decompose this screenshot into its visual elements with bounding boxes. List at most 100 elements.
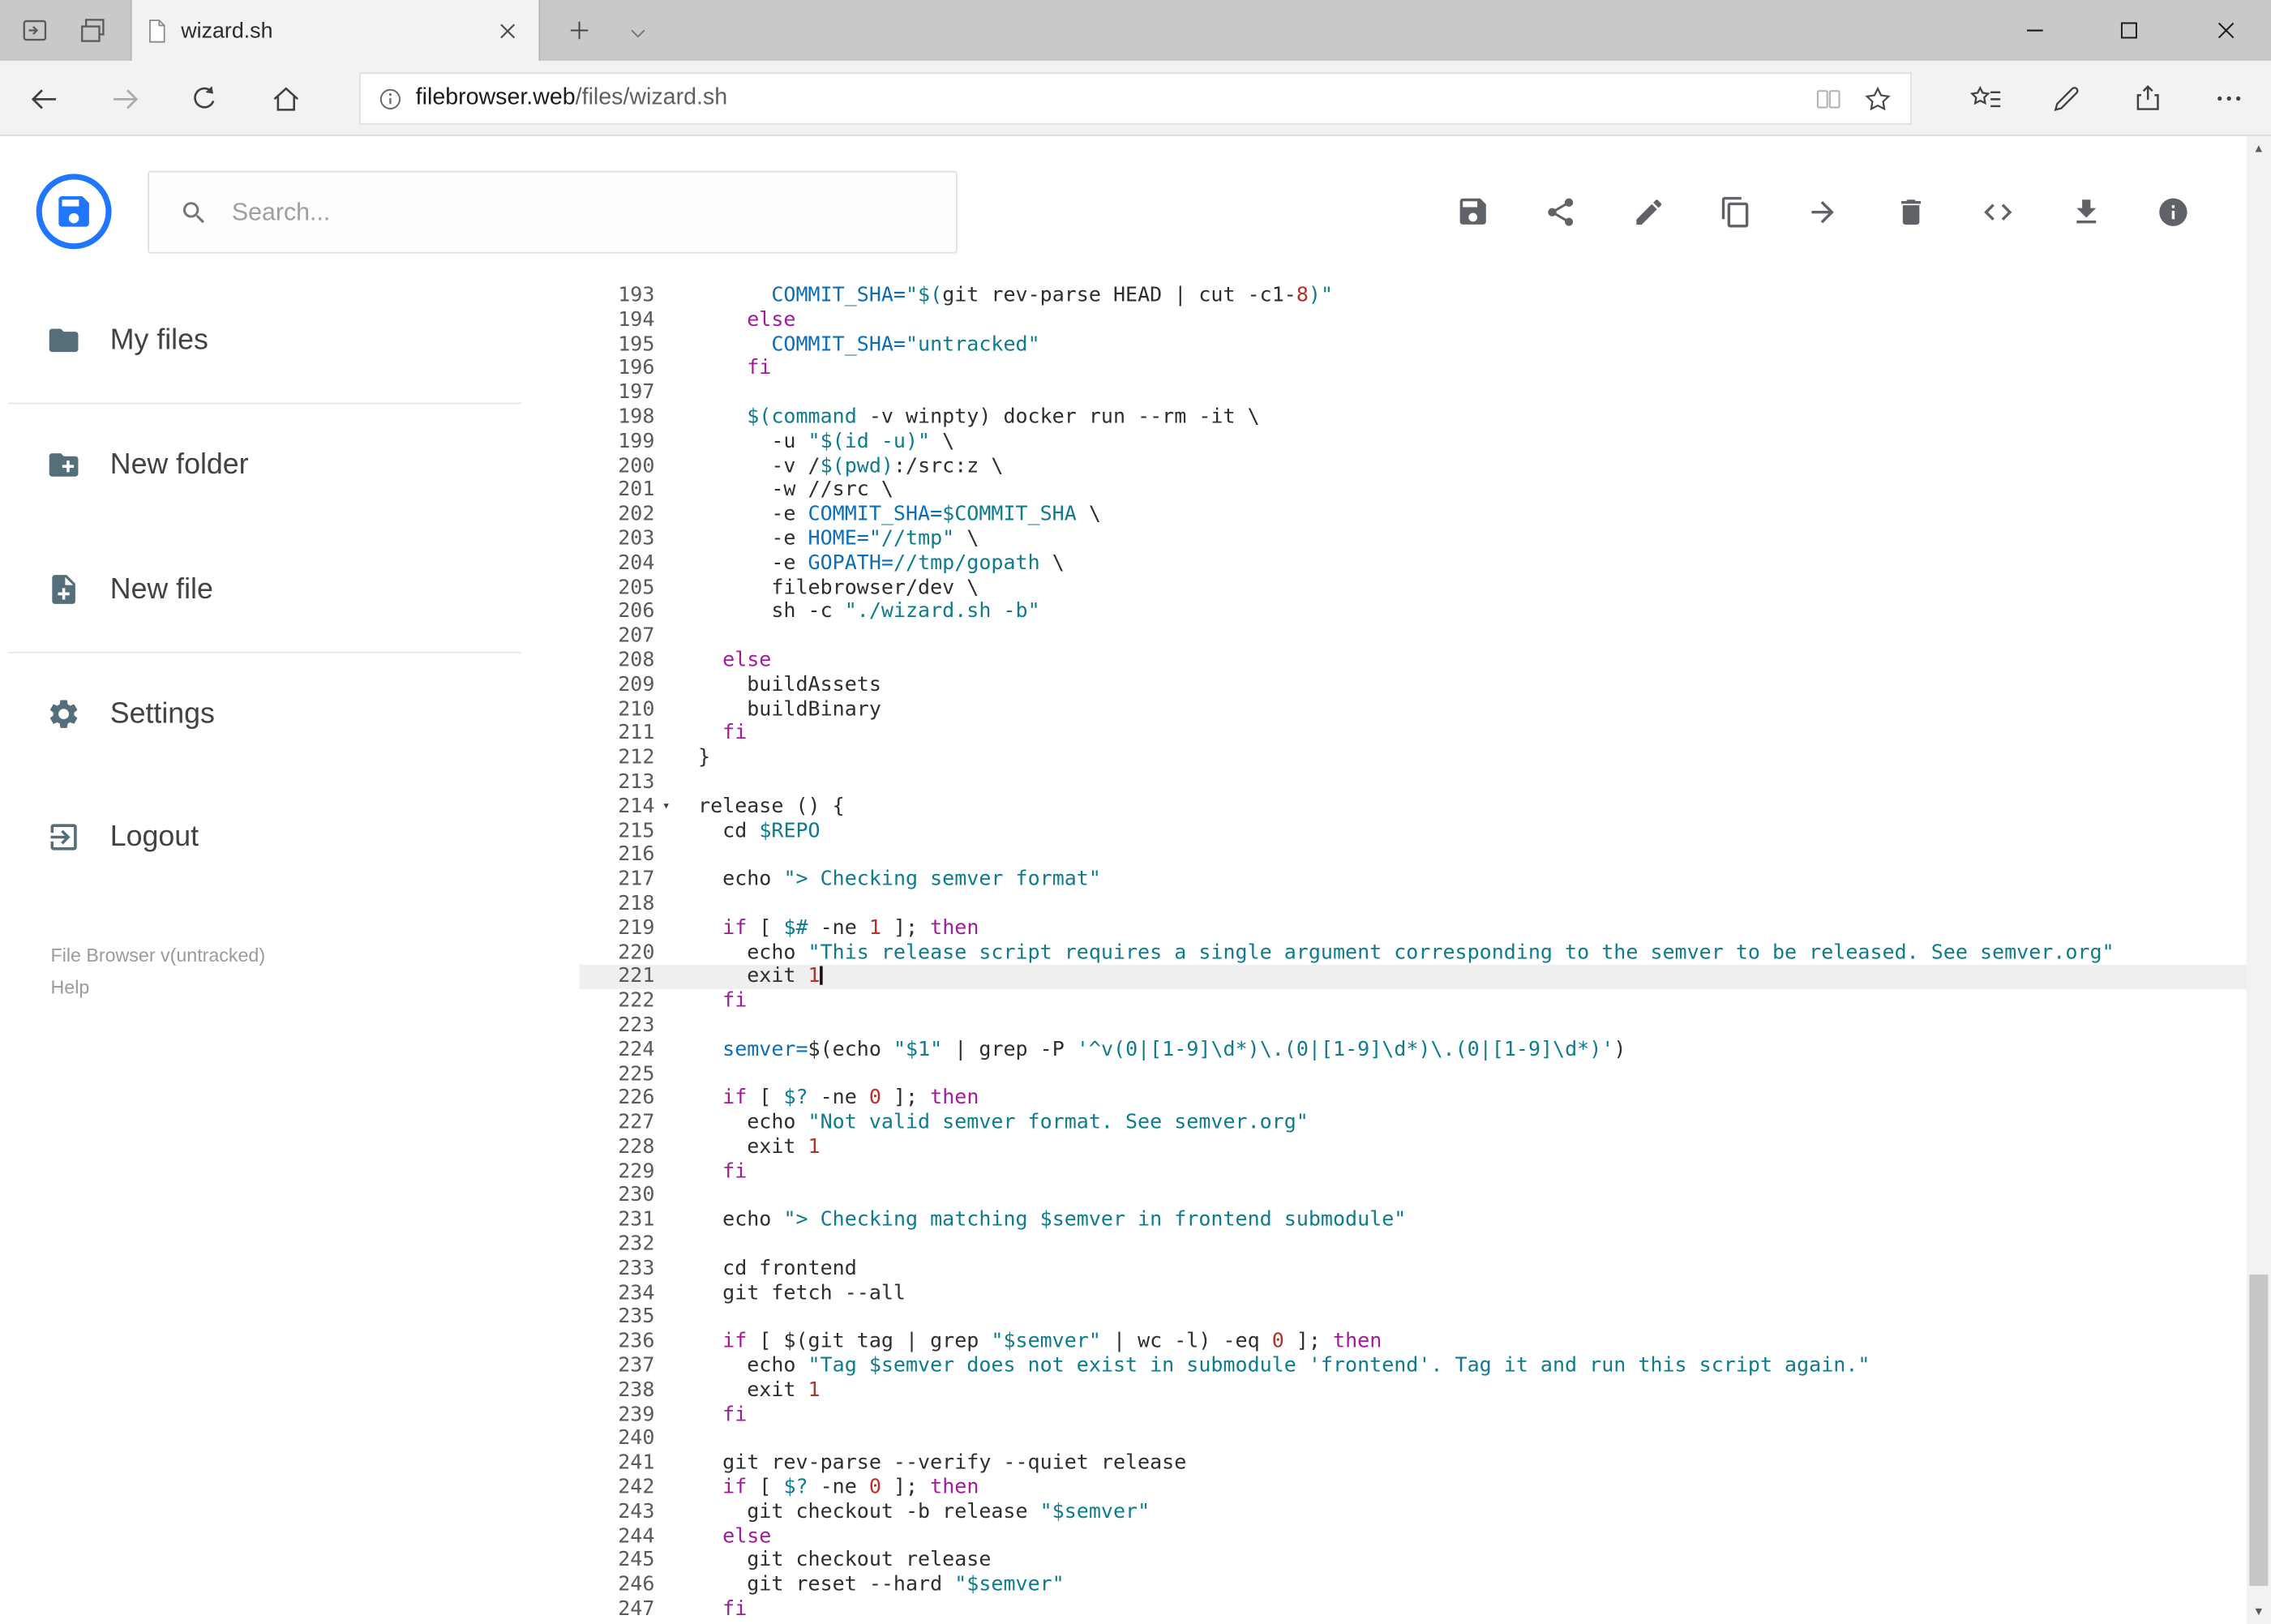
sidebar-item-my-files[interactable]: My files bbox=[0, 300, 551, 381]
code-line[interactable]: 246 git reset --hard "$semver" bbox=[580, 1573, 2247, 1597]
code-line[interactable]: 213 bbox=[580, 770, 2247, 795]
code-line[interactable]: 244 else bbox=[580, 1524, 2247, 1549]
vertical-scrollbar[interactable]: ▲ ▼ bbox=[2246, 135, 2271, 1624]
code-line[interactable]: 223 bbox=[580, 1013, 2247, 1038]
download-button[interactable] bbox=[2057, 182, 2115, 240]
code-line[interactable]: 233 cd frontend bbox=[580, 1257, 2247, 1281]
browser-tab[interactable]: wizard.sh bbox=[130, 0, 541, 62]
settings-more-button[interactable] bbox=[2200, 70, 2257, 127]
delete-button[interactable] bbox=[1881, 182, 1939, 240]
code-line[interactable]: 229 fi bbox=[580, 1159, 2247, 1184]
code-line[interactable]: 198 $(command -v winpty) docker run --rm… bbox=[580, 405, 2247, 430]
help-link[interactable]: Help bbox=[51, 976, 90, 998]
home-button[interactable] bbox=[256, 70, 314, 127]
window-close-button[interactable] bbox=[2197, 2, 2255, 59]
code-line[interactable]: 196 fi bbox=[580, 357, 2247, 381]
code-line[interactable]: 199 -u "$(id -u)" \ bbox=[580, 430, 2247, 454]
code-line[interactable]: 224 semver=$(echo "$1" | grep -P '^v(0|[… bbox=[580, 1038, 2247, 1062]
code-line[interactable]: 212} bbox=[580, 746, 2247, 770]
scroll-up-icon[interactable]: ▲ bbox=[2247, 136, 2271, 161]
sidebar-item-new-folder[interactable]: New folder bbox=[0, 424, 551, 505]
code-line[interactable]: 237 echo "Tag $semver does not exist in … bbox=[580, 1354, 2247, 1378]
save-button[interactable] bbox=[1444, 182, 1502, 240]
code-line[interactable]: 247 fi bbox=[580, 1597, 2247, 1622]
web-note-button[interactable] bbox=[2037, 70, 2095, 127]
code-line[interactable]: 236 if [ $(git tag | grep "$semver" | wc… bbox=[580, 1330, 2247, 1354]
code-line[interactable]: 208 else bbox=[580, 649, 2247, 673]
set-tabs-aside-button[interactable] bbox=[6, 2, 63, 59]
code-line[interactable]: 222 fi bbox=[580, 989, 2247, 1013]
search-box[interactable] bbox=[148, 170, 958, 254]
sidebar-item-new-file[interactable]: New file bbox=[0, 549, 551, 630]
code-line[interactable]: 239 fi bbox=[580, 1403, 2247, 1427]
code-line[interactable]: 240 bbox=[580, 1427, 2247, 1451]
code-line[interactable]: 238 exit 1 bbox=[580, 1378, 2247, 1403]
code-line[interactable]: 194 else bbox=[580, 308, 2247, 332]
refresh-button[interactable] bbox=[175, 70, 233, 127]
sidebar-item-settings[interactable]: Settings bbox=[0, 674, 551, 755]
rename-button[interactable] bbox=[1619, 182, 1677, 240]
code-line[interactable]: 241 git rev-parse --verify --quiet relea… bbox=[580, 1451, 2247, 1476]
app-logo[interactable] bbox=[36, 174, 112, 250]
code-line[interactable]: 205 filebrowser/dev \ bbox=[580, 576, 2247, 600]
code-line[interactable]: 215 cd $REPO bbox=[580, 819, 2247, 843]
code-line[interactable]: 209 buildAssets bbox=[580, 673, 2247, 697]
reading-view-button[interactable] bbox=[1803, 74, 1853, 123]
code-line[interactable]: 211 fi bbox=[580, 722, 2247, 746]
code-line[interactable]: 219 if [ $# -ne 1 ]; then bbox=[580, 916, 2247, 941]
code-line[interactable]: 245 git checkout release bbox=[580, 1549, 2247, 1573]
info-button[interactable] bbox=[2144, 182, 2201, 240]
code-line[interactable]: 232 bbox=[580, 1232, 2247, 1257]
search-input[interactable] bbox=[229, 196, 956, 229]
fold-arrow-icon[interactable]: ▾ bbox=[654, 795, 678, 819]
code-line[interactable]: 203 -e HOME="//tmp" \ bbox=[580, 527, 2247, 551]
code-line[interactable]: 234 git fetch --all bbox=[580, 1281, 2247, 1305]
new-tab-button[interactable] bbox=[551, 2, 608, 59]
sidebar-item-logout[interactable]: Logout bbox=[0, 796, 551, 877]
hub-button[interactable] bbox=[1956, 70, 2014, 127]
code-line[interactable]: 227 echo "Not valid semver format. See s… bbox=[580, 1111, 2247, 1135]
site-info-icon[interactable] bbox=[376, 85, 404, 113]
code-line[interactable]: 210 buildBinary bbox=[580, 697, 2247, 722]
code-line[interactable]: 216 bbox=[580, 843, 2247, 868]
code-line[interactable]: 228 exit 1 bbox=[580, 1135, 2247, 1159]
code-line[interactable]: 226 if [ $? -ne 0 ]; then bbox=[580, 1086, 2247, 1111]
code-line[interactable]: 230 bbox=[580, 1184, 2247, 1208]
forward-button[interactable] bbox=[96, 70, 153, 127]
code-line[interactable]: 197 bbox=[580, 381, 2247, 405]
tab-close-button[interactable] bbox=[490, 13, 525, 48]
code-line[interactable]: 195 COMMIT_SHA="untracked" bbox=[580, 332, 2247, 357]
code-line[interactable]: 207 bbox=[580, 624, 2247, 649]
code-line[interactable]: 200 -v /$(pwd):/src:z \ bbox=[580, 454, 2247, 478]
code-line[interactable]: 206 sh -c "./wizard.sh -b" bbox=[580, 600, 2247, 624]
code-line[interactable]: 231 echo "> Checking matching $semver in… bbox=[580, 1208, 2247, 1232]
back-button[interactable] bbox=[15, 70, 72, 127]
move-button[interactable] bbox=[1793, 182, 1851, 240]
tab-preview-button[interactable] bbox=[64, 2, 122, 59]
code-line[interactable]: 204 -e GOPATH=//tmp/gopath \ bbox=[580, 551, 2247, 576]
address-bar[interactable]: filebrowser.web/files/wizard.sh bbox=[359, 72, 1912, 125]
code-line[interactable]: 193 COMMIT_SHA="$(git rev-parse HEAD | c… bbox=[580, 284, 2247, 308]
code-line[interactable]: 218 bbox=[580, 892, 2247, 916]
code-line[interactable]: 243 git checkout -b release "$semver" bbox=[580, 1500, 2247, 1524]
code-line[interactable]: 221 exit 1 bbox=[579, 965, 2247, 990]
code-line[interactable]: 225 bbox=[580, 1062, 2247, 1086]
code-line[interactable]: 242 if [ $? -ne 0 ]; then bbox=[580, 1476, 2247, 1500]
code-line[interactable]: 217 echo "> Checking semver format" bbox=[580, 868, 2247, 892]
code-line[interactable]: 202 -e COMMIT_SHA=$COMMIT_SHA \ bbox=[580, 503, 2247, 527]
tab-list-dropdown-button[interactable] bbox=[608, 3, 666, 61]
code-line[interactable]: 235 bbox=[580, 1305, 2247, 1330]
code-line[interactable]: 220 echo "This release script requires a… bbox=[580, 941, 2247, 965]
code-editor[interactable]: 193 COMMIT_SHA="$(git rev-parse HEAD | c… bbox=[579, 284, 2247, 1622]
add-favorite-button[interactable] bbox=[1853, 74, 1902, 123]
share-file-button[interactable] bbox=[1531, 182, 1588, 240]
copy-button[interactable] bbox=[1706, 182, 1763, 240]
maximize-button[interactable] bbox=[2100, 2, 2157, 59]
code-line[interactable]: 201 -w //src \ bbox=[580, 478, 2247, 503]
scrollbar-thumb[interactable] bbox=[2249, 1274, 2269, 1587]
scroll-down-icon[interactable]: ▼ bbox=[2247, 1599, 2271, 1623]
code-view-button[interactable] bbox=[1969, 182, 2026, 240]
share-button[interactable] bbox=[2119, 70, 2176, 127]
minimize-button[interactable] bbox=[2006, 2, 2063, 59]
code-line[interactable]: 214 ▾ release () { bbox=[580, 795, 2247, 819]
